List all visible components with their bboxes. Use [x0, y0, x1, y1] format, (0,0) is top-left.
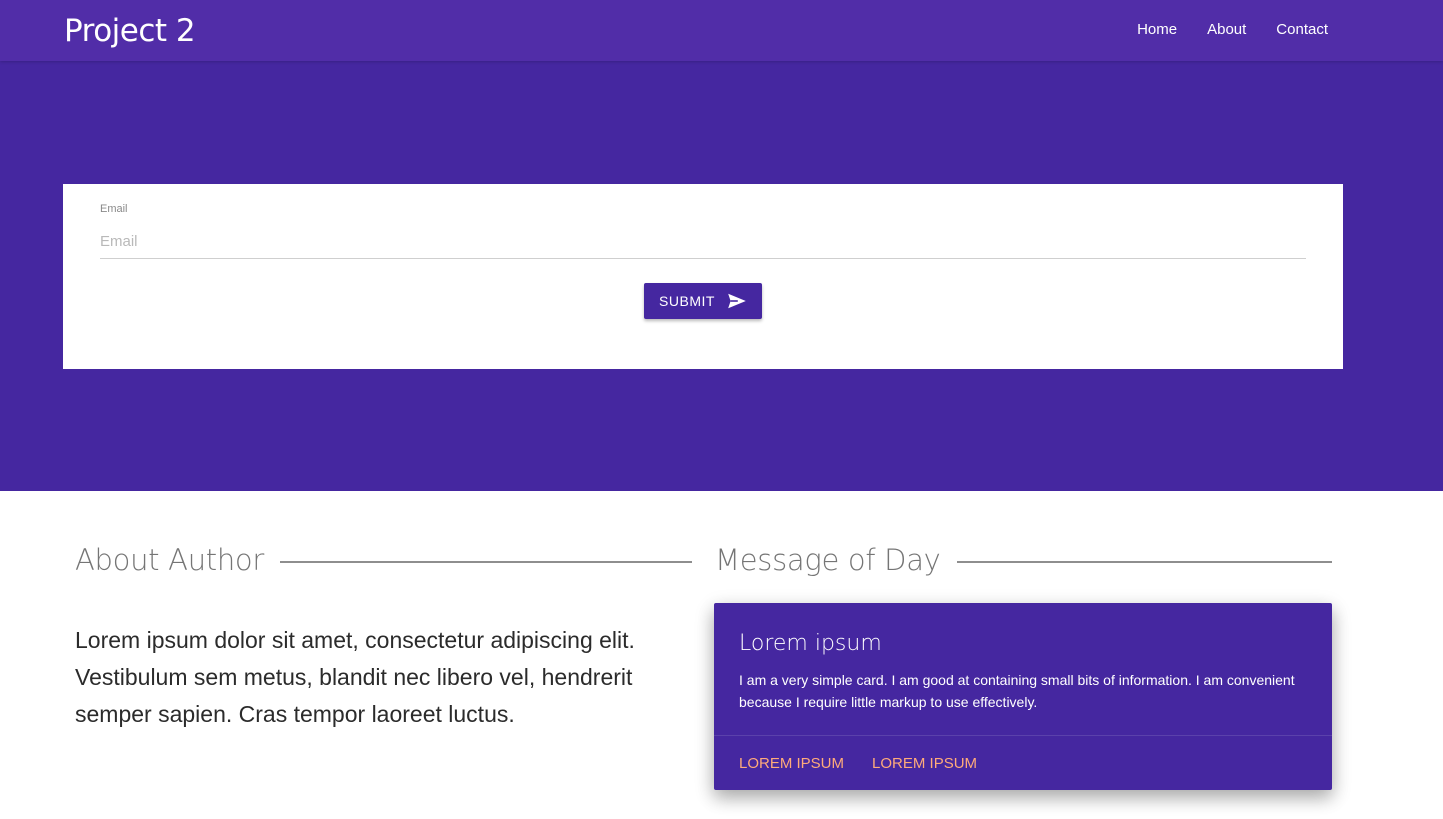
nav-links: Home About Contact — [1137, 20, 1328, 40]
navbar: Project 2 Home About Contact — [0, 0, 1443, 61]
message-card: Lorem ipsum I am a very simple card. I a… — [714, 603, 1332, 790]
card-body: I am a very simple card. I am good at co… — [739, 672, 1295, 710]
nav-link-contact[interactable]: Contact — [1276, 20, 1328, 40]
message-of-day-title: Message of Day — [715, 543, 941, 577]
about-author-text: Lorem ipsum dolor sit amet, consectetur … — [75, 627, 635, 727]
card-action-link-2[interactable]: LOREM IPSUM — [872, 755, 977, 772]
heading-divider — [956, 561, 1332, 563]
hero-section: Email SUBMIT — [0, 61, 1443, 491]
heading-divider — [280, 561, 692, 563]
email-form-card: Email SUBMIT — [63, 184, 1343, 369]
nav-link-home[interactable]: Home — [1137, 20, 1177, 40]
about-author-title: About Author — [75, 543, 264, 577]
card-divider — [714, 735, 1332, 736]
card-actions: LOREM IPSUM LOREM IPSUM — [739, 755, 977, 772]
nav-link-about[interactable]: About — [1207, 20, 1246, 40]
email-label: Email — [100, 203, 128, 215]
about-author-heading: About Author — [75, 540, 692, 580]
submit-label: SUBMIT — [659, 293, 715, 309]
card-action-link-1[interactable]: LOREM IPSUM — [739, 755, 844, 772]
brand-logo[interactable]: Project 2 — [64, 13, 196, 49]
email-input[interactable] — [100, 224, 1306, 259]
card-title: Lorem ipsum — [739, 631, 882, 656]
send-icon — [728, 293, 746, 309]
message-of-day-heading: Message of Day — [715, 540, 1332, 580]
submit-button[interactable]: SUBMIT — [644, 283, 762, 319]
